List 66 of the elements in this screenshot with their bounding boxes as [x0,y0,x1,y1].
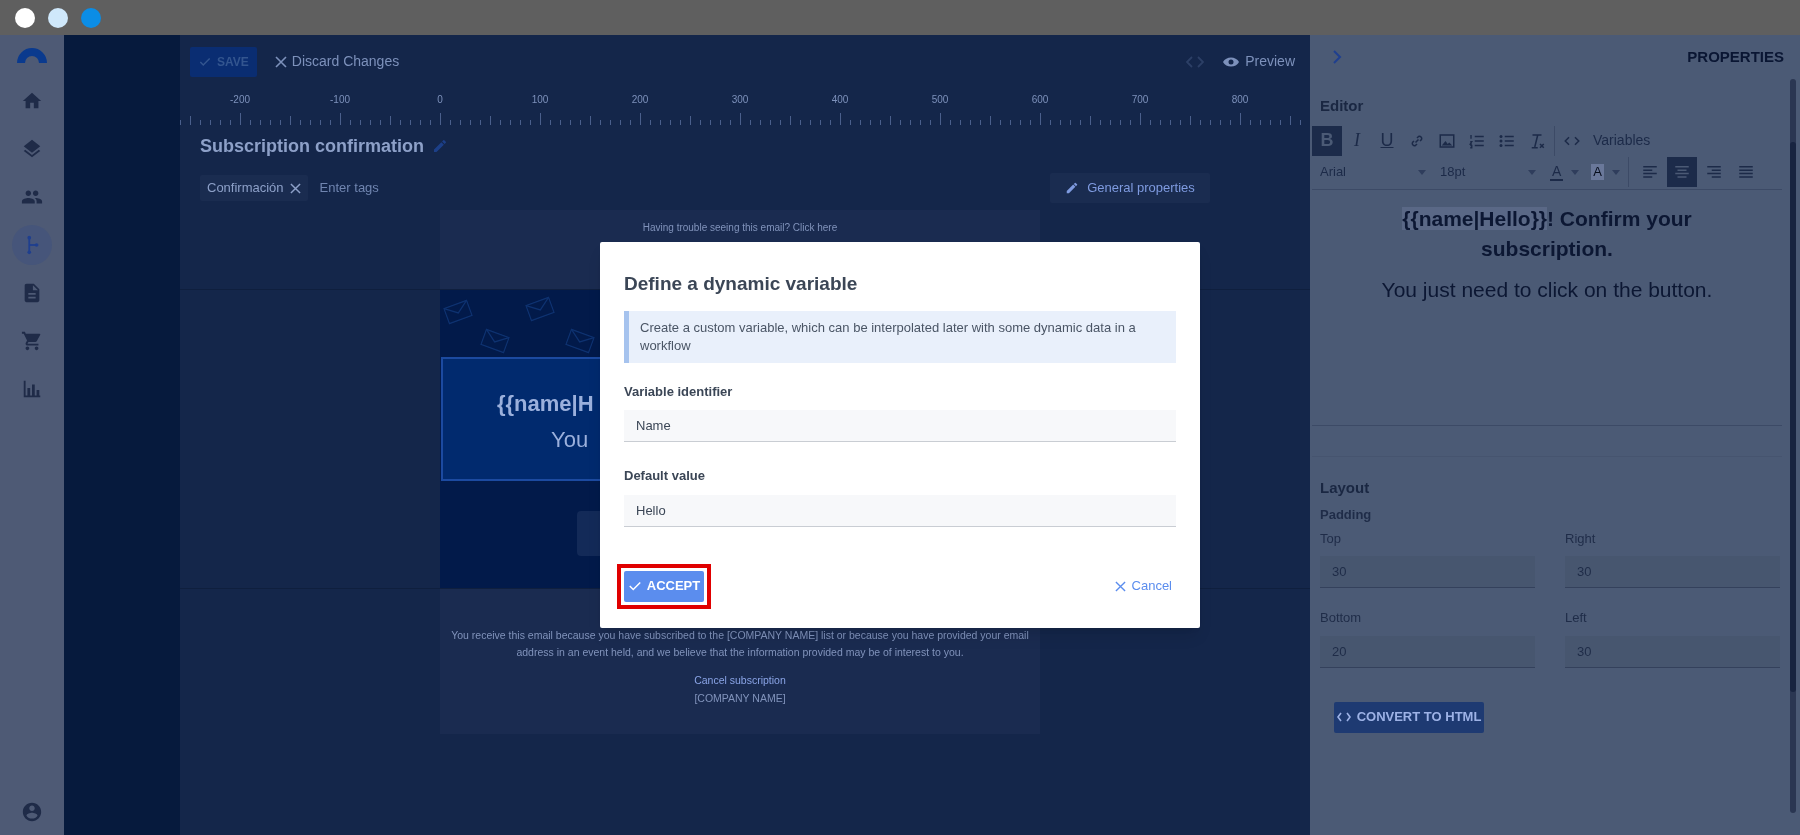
template-title: Subscription confirmation [200,134,424,158]
editor-heading-text: {{name|Hello}}! Confirm your subscription. [1401,205,1693,262]
ruler-label: 200 [630,93,650,107]
ruler-label: -100 [329,93,351,107]
code-icon [1336,712,1351,722]
cancel-button[interactable]: Cancel [1114,576,1172,596]
cancel-subscription-link[interactable]: Cancel subscription [694,673,786,689]
accept-button[interactable]: ACCEPT [624,570,704,602]
highlight-color-button[interactable]: A [1591,164,1604,180]
align-center-icon[interactable] [1667,157,1697,187]
ruler-label: 700 [1130,93,1150,107]
envelope-icon [479,328,511,354]
panel-title: PROPERTIES [1687,46,1784,67]
envelope-icon [564,328,596,354]
envelope-icon [442,299,474,325]
ruler-label: 500 [930,93,950,107]
ruler-label: 600 [1030,93,1050,107]
general-properties-button[interactable]: General properties [1050,173,1210,203]
tag-chip: Confirmación [200,175,308,201]
preview-button[interactable]: Preview [1222,51,1295,72]
editor-content[interactable]: {{name|Hello}}! Confirm your subscription. You just need to click on the button. [1312,189,1782,426]
window-control[interactable] [48,7,68,28]
field-label: Variable identifier [624,382,734,401]
pencil-icon [1065,181,1080,195]
preheader-link[interactable]: here [817,222,838,233]
envelope-icon [524,296,556,322]
ruler-label: 300 [730,93,750,107]
preheader-text: Having trouble seeing this email? Click here [642,221,838,234]
field-label: Default value [624,467,706,485]
bar-chart-icon [21,378,43,400]
nav-item[interactable] [12,225,52,265]
ruler-label: -200 [229,93,251,107]
email-heading: {{name|H [497,390,594,418]
caret-icon [1528,169,1536,175]
check-icon [627,579,642,593]
ruler-label: 400 [830,93,850,107]
convert-to-html-button[interactable]: CONVERT TO HTML [1334,701,1484,733]
ruler-label: 100 [530,93,550,107]
dialog-title: Define a dynamic variable [624,272,859,296]
text-field[interactable]: Name [624,410,1176,442]
close-icon [274,55,287,68]
caret-icon [1612,169,1620,175]
caret-icon [1571,169,1580,175]
company-name: [COMPANY NAME] [694,690,786,706]
window-control[interactable] [15,7,35,28]
email-body-text: You [551,426,589,454]
chevron-right-icon[interactable] [1332,50,1342,64]
pencil-icon[interactable] [432,138,448,154]
cart-icon [21,330,43,352]
tag-input[interactable]: Enter tags [319,178,460,198]
discard-button[interactable]: Discard Changes [274,51,400,72]
layers-icon [21,138,43,160]
remove-tag-icon[interactable] [289,182,301,194]
footer-text: You receive this email because you have subscribed to the [COMPANY NAME] list or because you have provided your email address in an event held, and we believe that the information provided may be of interest to you. [450,628,1030,660]
code-icon[interactable] [1186,54,1205,69]
info-box: Create a custom variable, which can be interpolated later with some dynamic data in a workflow [624,310,1176,363]
ruler-label: 800 [1230,93,1250,107]
ruler-label: 0 [436,93,444,107]
caret-icon [1418,169,1426,175]
close-icon [1114,580,1126,592]
eye-icon [1222,55,1241,68]
editor-body-text: You just need to click on the button. [1381,276,1713,303]
text-field[interactable]: Hello [624,494,1176,527]
account-icon[interactable] [21,801,43,823]
logo-icon [16,47,48,63]
scrollbar-thumb[interactable] [1790,142,1796,692]
